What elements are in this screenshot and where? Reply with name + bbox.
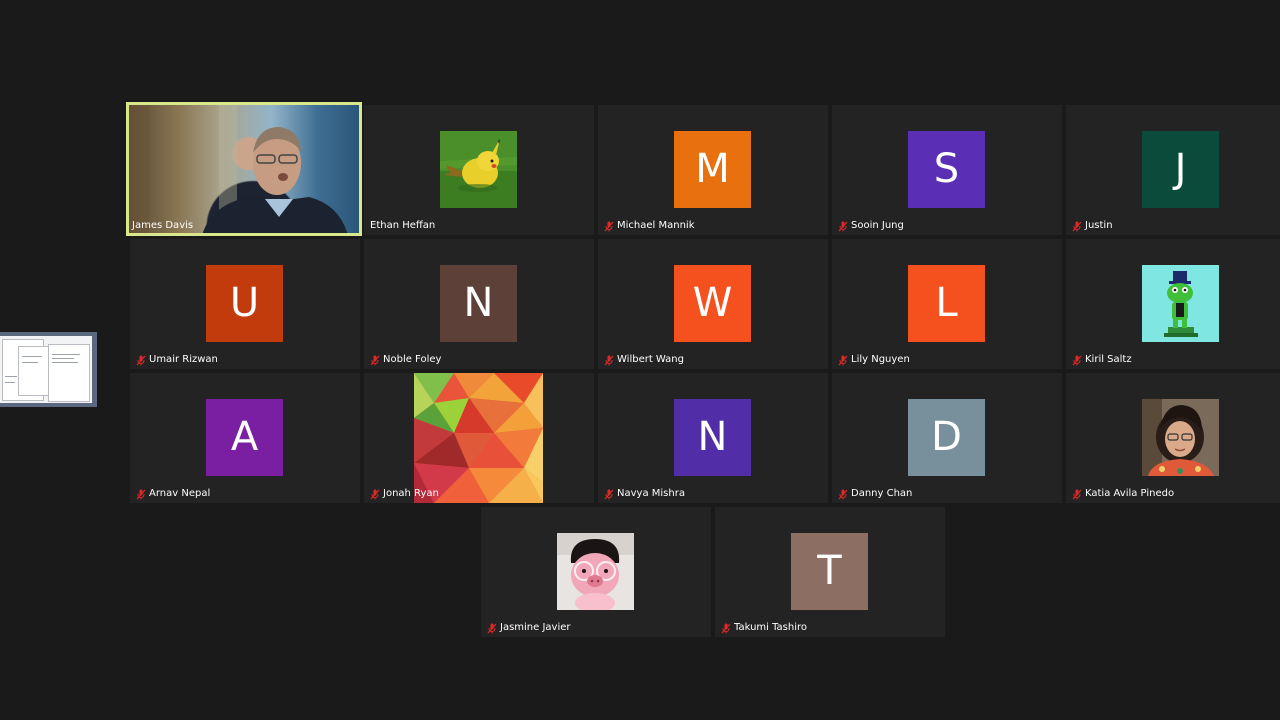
microphone-muted-icon [370,355,380,365]
participant-tile-lily-nguyen[interactable]: L Lily Nguyen [832,239,1062,369]
participant-tile-katia-avila-pinedo[interactable]: Katia Avila Pinedo [1066,373,1280,503]
participant-name-row: Sooin Jung [836,219,906,233]
avatar: A [206,399,283,476]
participant-tile-jonah-ryan[interactable]: Jonah Ryan [364,373,594,503]
screen-share-thumbnail[interactable] [0,332,97,407]
avatar: U [206,265,283,342]
participant-name-row: Katia Avila Pinedo [1070,487,1176,501]
avatar: N [674,399,751,476]
participant-tile-noble-foley[interactable]: N Noble Foley [364,239,594,369]
participant-tile-sooin-jung[interactable]: S Sooin Jung [832,105,1062,235]
shared-document-preview [0,336,92,403]
participant-tile-jasmine-javier[interactable]: Jasmine Javier [481,507,711,637]
participant-name-row: Navya Mishra [602,487,687,501]
participant-name: Wilbert Wang [617,354,684,365]
participant-name-row: Noble Foley [368,353,443,367]
profile-picture-frog [1142,265,1219,342]
participant-tile-ethan-heffan[interactable]: Ethan Heffan [364,105,594,235]
microphone-muted-icon [838,489,848,499]
participant-tile-michael-mannik[interactable]: M Michael Mannik [598,105,828,235]
microphone-muted-icon [136,489,146,499]
avatar: S [908,131,985,208]
profile-picture-pikachu [440,131,517,208]
participant-tile-wilbert-wang[interactable]: W Wilbert Wang [598,239,828,369]
participant-tile-james-davis[interactable]: James Davis [126,102,362,236]
participant-name-row: Justin [1070,219,1115,233]
participant-name: Noble Foley [383,354,442,365]
participant-name: Takumi Tashiro [734,622,808,633]
avatar: L [908,265,985,342]
microphone-muted-icon [838,355,848,365]
participant-name-row: Umair Rizwan [134,353,220,367]
participant-tile-umair-rizwan[interactable]: U Umair Rizwan [130,239,360,369]
participant-name-row: James Davis [130,219,195,233]
participant-tile-navya-mishra[interactable]: N Navya Mishra [598,373,828,503]
participant-name-row: Takumi Tashiro [719,621,809,635]
participant-name: Justin [1085,220,1113,231]
participant-name: Umair Rizwan [149,354,218,365]
gallery-view: James Davis Ethan Heffan M Michael Manni… [0,0,1280,720]
participant-name: Danny Chan [851,488,913,499]
microphone-muted-icon [136,355,146,365]
participant-name-row: Lily Nguyen [836,353,912,367]
profile-picture-person [1142,399,1219,476]
participant-name: James Davis [132,220,194,231]
participant-name: Kiril Saltz [1085,354,1132,365]
microphone-muted-icon [604,221,614,231]
participant-name: Navya Mishra [617,488,685,499]
participant-tile-danny-chan[interactable]: D Danny Chan [832,373,1062,503]
participant-name: Sooin Jung [851,220,904,231]
profile-picture-polygon-art [414,373,543,503]
microphone-muted-icon [604,355,614,365]
participant-name: Katia Avila Pinedo [1085,488,1175,499]
participant-name-row: Wilbert Wang [602,353,686,367]
participant-name-row: Kiril Saltz [1070,353,1134,367]
avatar: M [674,131,751,208]
participant-name-row: Ethan Heffan [368,219,437,233]
participant-name-row: Danny Chan [836,487,914,501]
participant-tile-justin[interactable]: J Justin [1066,105,1280,235]
participant-name-row: Jasmine Javier [485,621,573,635]
participant-tile-takumi-tashiro[interactable]: T Takumi Tashiro [715,507,945,637]
microphone-muted-icon [604,489,614,499]
microphone-muted-icon [1072,221,1082,231]
profile-picture-plush [557,533,634,610]
participant-name: Arnav Nepal [149,488,211,499]
microphone-muted-icon [721,623,731,633]
participant-name: Ethan Heffan [370,220,436,231]
participant-name: Lily Nguyen [851,354,910,365]
avatar: W [674,265,751,342]
microphone-muted-icon [370,489,380,499]
participant-name-row: Michael Mannik [602,219,696,233]
microphone-muted-icon [1072,355,1082,365]
microphone-muted-icon [1072,489,1082,499]
participant-name-row: Jonah Ryan [368,487,441,501]
avatar: D [908,399,985,476]
participant-tile-arnav-nepal[interactable]: A Arnav Nepal [130,373,360,503]
participant-name: Jasmine Javier [500,622,571,633]
avatar: N [440,265,517,342]
microphone-muted-icon [487,623,497,633]
avatar: J [1142,131,1219,208]
avatar: T [791,533,868,610]
microphone-muted-icon [838,221,848,231]
participant-name: Michael Mannik [617,220,695,231]
participant-name-row: Arnav Nepal [134,487,212,501]
participant-tile-kiril-saltz[interactable]: Kiril Saltz [1066,239,1280,369]
participant-video [129,105,359,233]
participant-name: Jonah Ryan [383,488,439,499]
